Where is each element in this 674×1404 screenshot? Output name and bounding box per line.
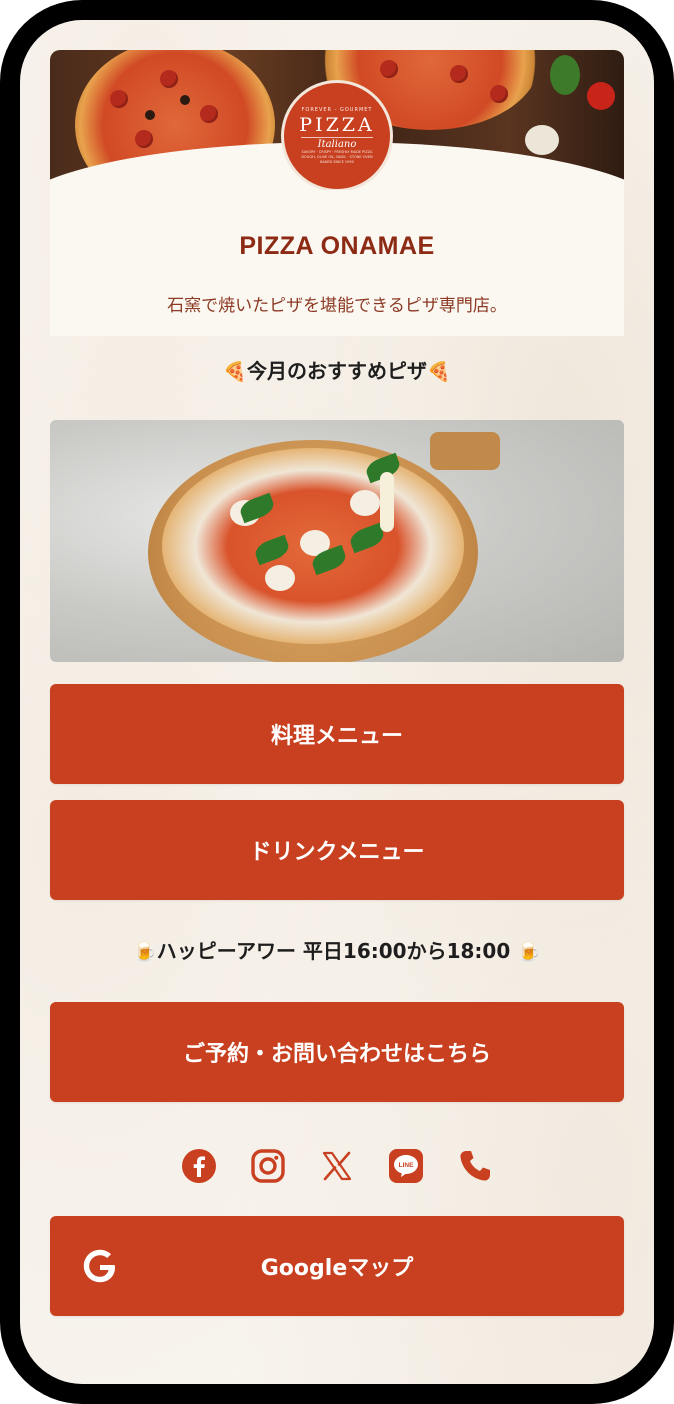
beer-icon: 🍺	[133, 941, 157, 963]
social-links: LINE	[50, 1146, 624, 1186]
happy-hour-text: 🍺ハッピーアワー 平日16:00から18:00 🍺	[50, 930, 624, 972]
google-icon	[83, 1249, 115, 1283]
shop-name: PIZZA ONAMAE	[239, 232, 435, 260]
instagram-icon[interactable]	[250, 1148, 286, 1184]
pizza-icon: 🍕	[427, 361, 451, 383]
drink-menu-label: ドリンクメニュー	[249, 840, 425, 865]
shop-logo: FOREVER - GOURMET PIZZA Italiano SAVORY …	[281, 80, 393, 190]
recommend-heading: 🍕今月のおすすめピザ🍕	[50, 352, 624, 390]
contact-label: ご予約・お問い合わせはこちら	[182, 1042, 491, 1067]
logo-fine-print: SAVORY · CRISPY · FRESHLY MADE PIZZA DOU…	[301, 150, 373, 164]
google-map-label: Googleマップ	[260, 1256, 414, 1281]
logo-top-text: FOREVER - GOURMET	[301, 107, 373, 113]
line-icon[interactable]: LINE	[388, 1148, 424, 1184]
tomato-veg	[587, 82, 615, 110]
pizza-icon: 🍕	[223, 361, 247, 383]
x-icon[interactable]	[319, 1148, 355, 1184]
recommended-pizza-image[interactable]	[50, 420, 624, 662]
beer-icon: 🍺	[517, 941, 541, 963]
drink-menu-button[interactable]: ドリンクメニュー	[50, 800, 624, 900]
board-handle	[430, 432, 500, 470]
pepper-veg	[550, 55, 580, 95]
phone-icon[interactable]	[457, 1148, 493, 1184]
cheese-pull	[380, 472, 394, 532]
google-map-button[interactable]: Googleマップ	[50, 1216, 624, 1316]
link-page: FOREVER - GOURMET PIZZA Italiano SAVORY …	[50, 50, 624, 1316]
facebook-icon[interactable]	[181, 1148, 217, 1184]
screen: FOREVER - GOURMET PIZZA Italiano SAVORY …	[20, 20, 654, 1384]
recommend-heading-text: 今月のおすすめピザ	[247, 359, 427, 383]
happy-hour-label: ハッピーアワー 平日16:00から18:00	[156, 939, 511, 963]
logo-main-text: PIZZA	[299, 114, 375, 136]
phone-frame: FOREVER - GOURMET PIZZA Italiano SAVORY …	[0, 0, 674, 1404]
food-menu-button[interactable]: 料理メニュー	[50, 684, 624, 784]
svg-text:LINE: LINE	[399, 1162, 414, 1169]
food-menu-label: 料理メニュー	[270, 724, 403, 749]
shop-tagline: 石窯で焼いたピザを堪能できるピザ専門店。	[167, 296, 507, 316]
hero-banner: FOREVER - GOURMET PIZZA Italiano SAVORY …	[50, 50, 624, 190]
garlic-veg	[525, 125, 559, 155]
profile-card: PIZZA ONAMAE 石窯で焼いたピザを堪能できるピザ専門店。	[50, 190, 624, 336]
contact-button[interactable]: ご予約・お問い合わせはこちら	[50, 1002, 624, 1102]
logo-script-text: Italiano	[317, 139, 357, 150]
